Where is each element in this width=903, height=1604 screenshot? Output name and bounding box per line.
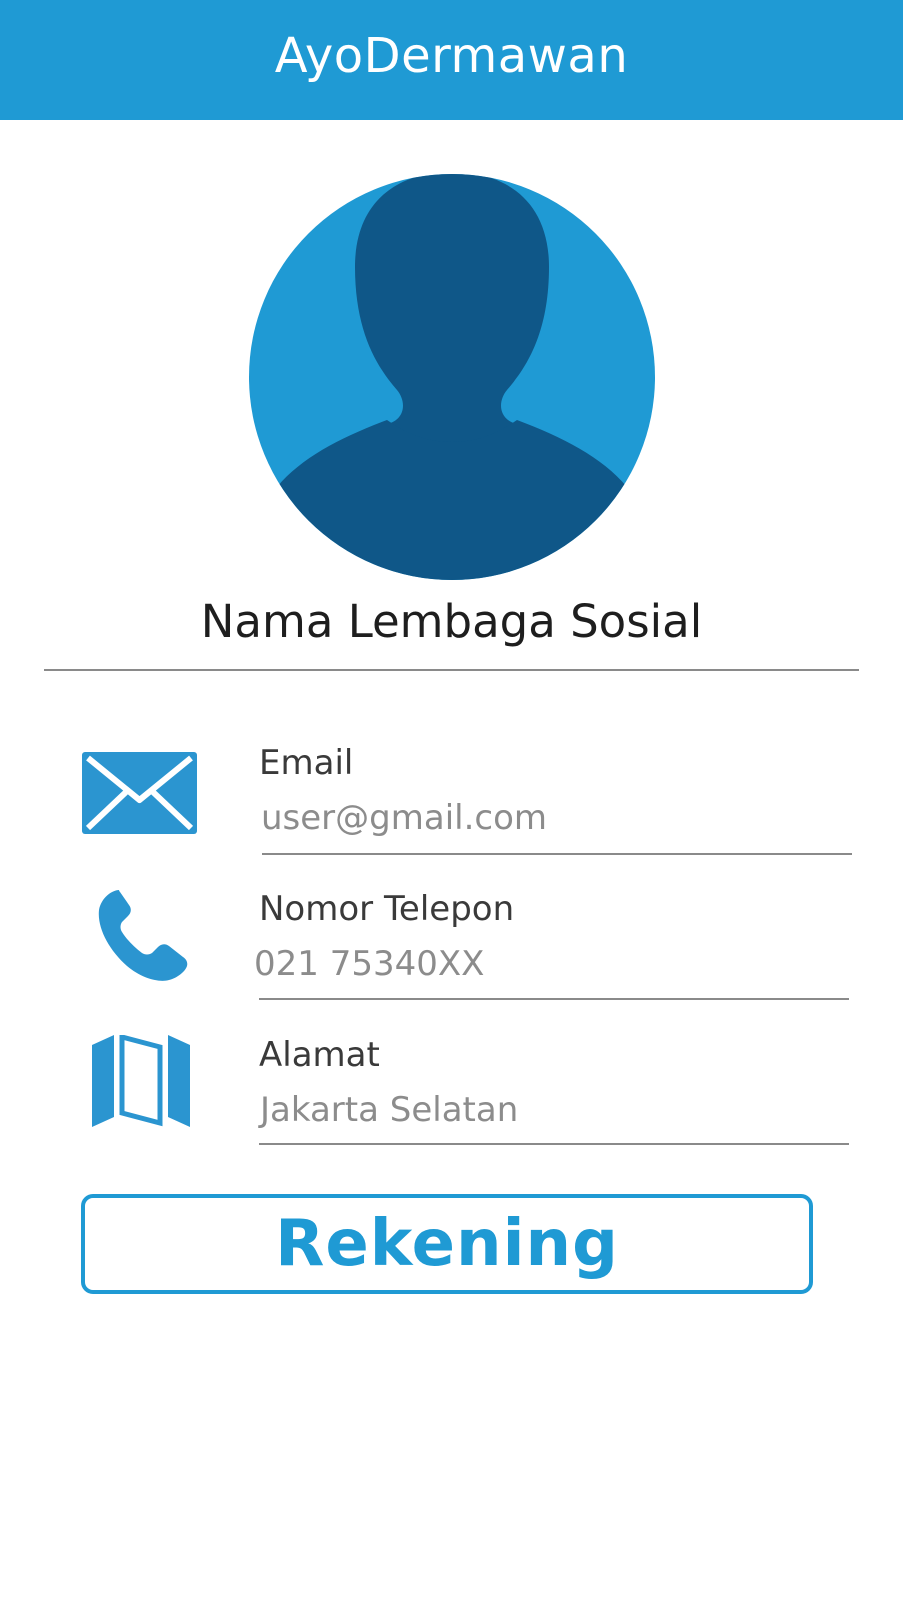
profile-avatar <box>247 172 657 582</box>
email-underline <box>262 853 852 855</box>
app-title: AyoDermawan <box>274 28 629 84</box>
section-divider <box>44 669 859 671</box>
map-icon <box>92 1033 190 1127</box>
phone-label: Nomor Telepon <box>259 889 515 929</box>
person-silhouette-icon <box>249 174 655 580</box>
phone-value: 021 75340XX <box>254 944 485 984</box>
address-label: Alamat <box>259 1035 380 1075</box>
email-value: user@gmail.com <box>261 798 548 838</box>
envelope-icon <box>82 752 197 834</box>
phone-icon <box>97 888 191 982</box>
email-label: Email <box>259 743 354 783</box>
rekening-button-label: Rekening <box>275 1207 619 1281</box>
app-bar: AyoDermawan <box>0 0 903 120</box>
address-underline <box>259 1143 849 1145</box>
address-value: Jakarta Selatan <box>260 1090 519 1130</box>
organization-name: Nama Lembaga Sosial <box>200 595 703 648</box>
phone-underline <box>259 998 849 1000</box>
rekening-button[interactable]: Rekening <box>81 1194 813 1294</box>
